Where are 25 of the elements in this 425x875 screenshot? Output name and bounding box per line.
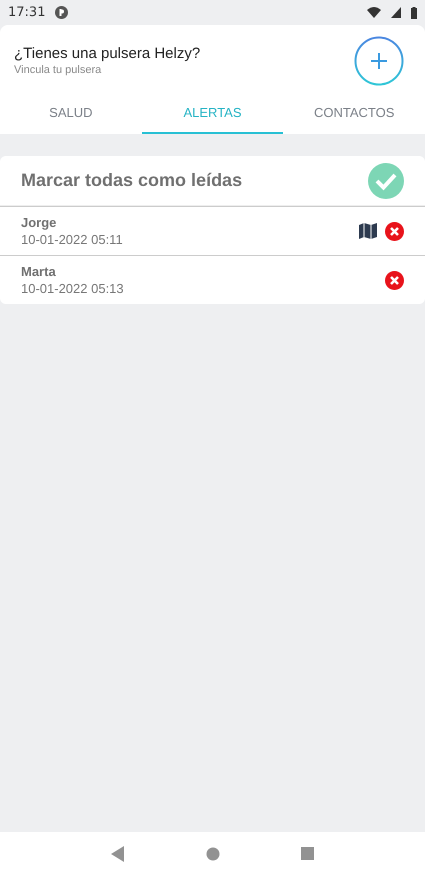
battery-icon [411,6,417,18]
tab[interactable]: CONTACTOS [283,92,425,134]
wifi-icon [367,7,381,18]
alert-name: Marta [21,264,57,279]
signal-icon [391,7,401,18]
alert-name: Jorge [21,215,58,230]
mark-all-label: Marcar todas como leídas [21,170,244,191]
delete-button[interactable] [385,270,404,290]
header-title: ¿Tienes una pulsera Helzy? [14,45,202,62]
alert-row[interactable]: Marta 10-01-2022 05:13 [0,255,425,304]
alert-row[interactable]: Jorge 10-01-2022 05:11 [0,206,425,255]
alert-date: 10-01-2022 05:13 [21,281,125,296]
alert-date: 10-01-2022 05:11 [21,232,124,247]
tab[interactable]: SALUD [0,92,142,134]
header-subtitle: Vincula tu pulsera [14,64,102,76]
add-button[interactable] [354,36,404,86]
map-icon[interactable] [359,223,377,239]
mark-all-button[interactable] [368,162,404,198]
tab[interactable]: ALERTAS [142,92,284,134]
home-button[interactable] [206,846,220,860]
recents-button[interactable] [300,846,314,860]
back-button[interactable] [110,846,124,862]
clock: 17:31 [8,5,46,20]
delete-button[interactable] [385,222,404,240]
notification-icon [55,6,68,19]
